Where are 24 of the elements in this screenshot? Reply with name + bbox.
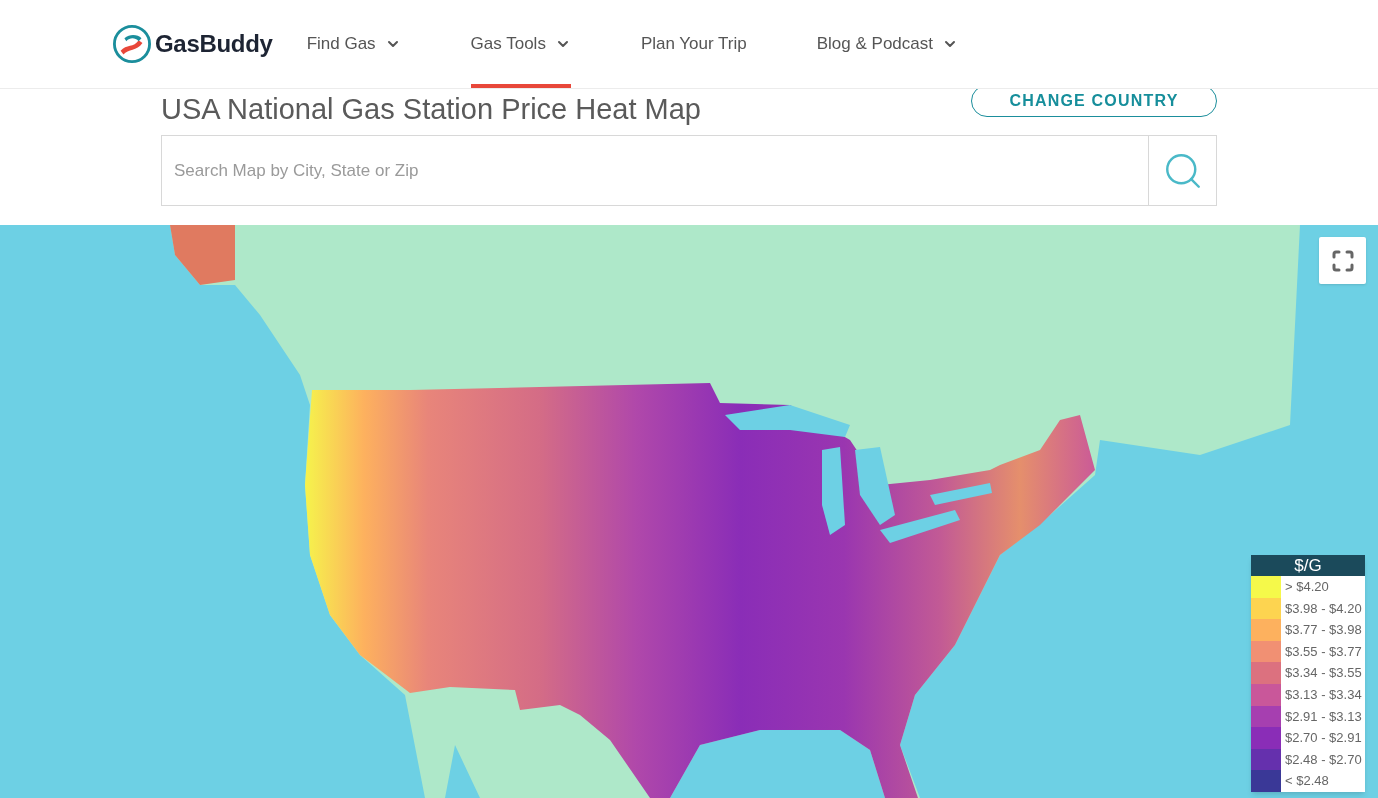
nav-menu-item[interactable]: Plan Your Trip [640,0,747,88]
legend-label: < $2.48 [1284,772,1329,791]
page-title: USA National Gas Station Price Heat Map [161,92,701,127]
legend-label: $3.13 - $3.34 [1284,686,1362,704]
legend-header: $/G [1251,555,1365,576]
logo-icon [113,25,151,63]
fullscreen-icon [1330,248,1355,273]
legend-label: $2.70 - $2.91 [1284,729,1362,748]
alaska-price-region [170,225,235,285]
legend-label: $2.91 - $3.13 [1284,707,1362,726]
legend-label: $3.98 - $4.20 [1284,599,1362,618]
legend-label: $2.48 - $2.70 [1284,750,1362,769]
fullscreen-button[interactable] [1319,237,1366,284]
nav-menu-item[interactable]: Blog & Podcast [816,0,958,88]
logo-wordmark[interactable]: GasBuddy [155,26,273,62]
nav-menu-item[interactable]: Find Gas [306,0,401,88]
lake-shape [930,483,992,505]
usa-price-heat-region[interactable] [305,383,1095,798]
legend-label: $3.77 - $3.98 [1284,621,1362,640]
legend-label: $3.34 - $3.55 [1284,664,1362,683]
legend-label: > $4.20 [1284,578,1329,597]
nav-menu-item[interactable]: Gas Tools [470,0,571,88]
search-field[interactable]: Search Map by City, State or Zip [161,135,1148,206]
legend-label: $3.55 - $3.77 [1284,642,1362,661]
